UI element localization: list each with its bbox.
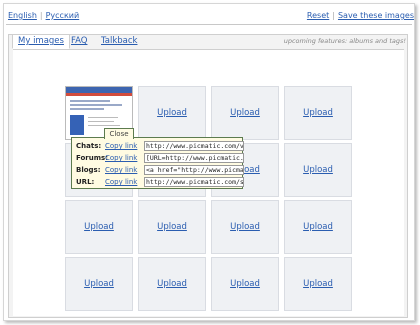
popup-close-button[interactable]: Close — [104, 128, 134, 139]
upload-link[interactable]: Upload — [84, 222, 114, 232]
language-switcher: English | Русский — [8, 11, 79, 20]
url-label: URL: — [76, 178, 95, 186]
thumbnail-line — [70, 108, 104, 110]
header-actions: Reset | Save these images — [307, 11, 414, 20]
upload-link[interactable]: Upload — [230, 279, 260, 289]
popup-row-chats: Chats: Copy link http://www.picmatic.com… — [76, 141, 244, 151]
divider — [6, 24, 412, 25]
upload-link[interactable]: Upload — [303, 108, 333, 118]
upload-slot[interactable]: Upload — [284, 200, 352, 254]
chats-label: Chats: — [76, 142, 102, 150]
thumbnail-line — [70, 104, 122, 106]
forums-link-field[interactable]: [URL=http://www.picmatic.com — [144, 153, 244, 163]
upload-slot[interactable]: Upload — [138, 257, 206, 311]
language-russian-link[interactable]: Русский — [46, 11, 80, 20]
upload-slot[interactable]: Upload — [284, 257, 352, 311]
forums-copy-link[interactable]: Copy link — [105, 154, 144, 162]
thumbnail-picture — [70, 115, 84, 135]
blogs-copy-link[interactable]: Copy link — [105, 166, 144, 174]
language-english-link[interactable]: English — [8, 11, 37, 20]
upload-slot[interactable]: Upload — [138, 200, 206, 254]
upload-link[interactable]: Upload — [157, 279, 187, 289]
tab-talkback[interactable]: Talkback — [101, 36, 137, 46]
chats-link-field[interactable]: http://www.picmatic.com/view — [144, 141, 244, 151]
upload-slot[interactable]: Upload — [211, 86, 279, 140]
upload-slot[interactable]: Upload — [65, 257, 133, 311]
upcoming-features-note: upcoming features: albums and tags! — [283, 37, 406, 45]
blogs-label: Blogs: — [76, 166, 101, 174]
chats-copy-link[interactable]: Copy link — [105, 142, 144, 150]
thumbnail-stripe — [66, 93, 132, 96]
tab-my-images[interactable]: My images — [12, 34, 70, 49]
upload-slot[interactable]: Upload — [65, 200, 133, 254]
popup-row-forums: Forums: Copy link [URL=http://www.picmat… — [76, 153, 244, 163]
upload-slot[interactable]: Upload — [211, 200, 279, 254]
reset-link[interactable]: Reset — [307, 11, 329, 20]
forums-label: Forums: — [76, 154, 109, 162]
thumbnail-text — [88, 125, 120, 126]
top-bar: English | Русский Reset | Save these images — [4, 11, 414, 23]
save-images-link[interactable]: Save these images — [338, 11, 414, 20]
separator: | — [332, 11, 335, 20]
upload-link[interactable]: Upload — [84, 279, 114, 289]
popup-row-url: URL: Copy link http://www.picmatic.com/s… — [76, 177, 244, 187]
upload-slot[interactable]: Upload — [138, 86, 206, 140]
url-copy-link[interactable]: Copy link — [105, 178, 144, 186]
upload-slot[interactable]: Upload — [211, 257, 279, 311]
thumbnail-text — [88, 117, 118, 118]
upload-link[interactable]: Upload — [230, 108, 260, 118]
separator: | — [39, 11, 43, 20]
upload-link[interactable]: Upload — [303, 222, 333, 232]
upload-link[interactable]: Upload — [157, 222, 187, 232]
url-link-field[interactable]: http://www.picmatic.com/shor — [144, 177, 244, 187]
upload-slot[interactable]: Upload — [284, 143, 352, 197]
upload-slot[interactable]: Upload — [284, 86, 352, 140]
link-popup: Chats: Copy link http://www.picmatic.com… — [71, 137, 244, 189]
thumbnail-text — [88, 121, 114, 122]
tab-faq[interactable]: FAQ — [71, 36, 87, 46]
thumbnail-line — [70, 100, 110, 102]
popup-row-blogs: Blogs: Copy link <a href="http://www.pic… — [76, 165, 244, 175]
upload-link[interactable]: Upload — [157, 108, 187, 118]
blogs-link-field[interactable]: <a href="http://www.picmatic — [144, 165, 244, 175]
upload-link[interactable]: Upload — [230, 222, 260, 232]
upload-link[interactable]: Upload — [303, 279, 333, 289]
upload-link[interactable]: Upload — [303, 165, 333, 175]
